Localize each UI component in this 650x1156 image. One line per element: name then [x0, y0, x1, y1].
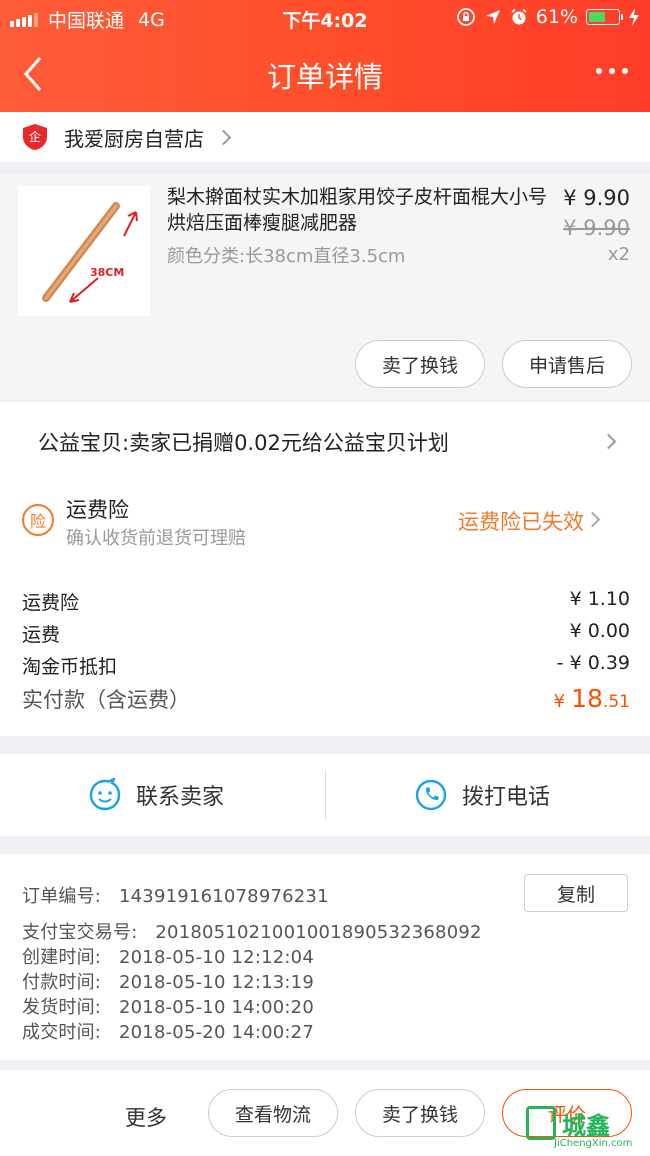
more-button[interactable]: 更多	[125, 1102, 167, 1132]
location-icon	[485, 10, 500, 24]
alipay-row: 支付宝交易号: 2018051021001001890532368092	[22, 918, 482, 944]
sell-button[interactable]: 卖了换钱	[355, 340, 485, 388]
more-menu-icon[interactable]	[596, 68, 628, 78]
chevron-right-icon	[584, 511, 601, 528]
cost-value: ¥ 1.10	[569, 588, 630, 610]
total-currency: ¥	[553, 691, 566, 712]
product-name[interactable]: 梨木擀面杖实木加粗家用饺子皮杆面棍大小号烘焙压面棒瘦腿减肥器	[167, 184, 552, 236]
charging-icon	[629, 8, 639, 26]
total-amount: ¥ 18.51	[554, 684, 630, 713]
shipped-time: 2018-05-10 14:00:20	[119, 997, 314, 1018]
charity-row[interactable]: 公益宝贝:卖家已捐赠0.02元给公益宝贝计划	[0, 402, 650, 482]
chat-face-icon	[89, 778, 121, 811]
paid-time: 2018-05-10 12:13:19	[119, 972, 314, 993]
charity-text: 公益宝贝:卖家已捐赠0.02元给公益宝贝计划	[38, 431, 449, 455]
battery-percent: 61%	[535, 6, 578, 28]
product-card[interactable]: 38CM 梨木擀面杖实木加粗家用饺子皮杆面棍大小号烘焙压面棒瘦腿减肥器 颜色分类…	[0, 174, 650, 400]
insurance-subtitle: 确认收货前退货可理赔	[66, 528, 246, 549]
product-thumbnail[interactable]: 38CM	[18, 186, 150, 316]
created-time: 2018-05-10 12:12:04	[119, 947, 314, 968]
shop-badge-icon: 企	[23, 124, 47, 150]
shipped-label: 发货时间:	[22, 997, 102, 1018]
product-price: ¥ 9.90	[563, 186, 630, 210]
total-row: 实付款（含运费） ¥ 18.51	[22, 684, 630, 714]
phone-icon	[415, 779, 447, 811]
product-original-price: ¥ 9.90	[563, 216, 630, 240]
shop-name: 我爱厨房自营店	[64, 126, 204, 151]
battery-icon	[586, 9, 623, 25]
order-number-label: 订单编号:	[22, 886, 102, 907]
shipped-row: 发货时间: 2018-05-10 14:00:20	[22, 993, 314, 1019]
contact-bar: 联系卖家 拨打电话	[0, 754, 650, 836]
call-phone-label: 拨打电话	[462, 785, 551, 810]
alarm-icon	[511, 8, 527, 25]
svg-text:企: 企	[29, 129, 41, 144]
total-decimal: .51	[602, 692, 630, 712]
watermark-url: JiChengXin.com	[554, 1138, 633, 1149]
paid-row: 付款时间: 2018-05-10 12:13:19	[22, 968, 314, 994]
copy-button[interactable]: 复制	[524, 874, 628, 912]
page-title: 订单详情	[266, 60, 383, 94]
done-label: 成交时间:	[22, 1022, 102, 1043]
cost-row: 运费 ¥ 0.00	[22, 620, 630, 647]
done-time: 2018-05-20 14:00:27	[119, 1022, 314, 1043]
total-label: 实付款（含运费）	[22, 688, 190, 712]
order-number-row: 订单编号: 143919161078976231	[22, 882, 329, 908]
done-row: 成交时间: 2018-05-20 14:00:27	[22, 1018, 314, 1044]
navbar: 订单详情	[0, 40, 650, 108]
alipay-number: 2018051021001001890532368092	[155, 922, 482, 943]
cost-summary: 运费险 ¥ 1.10 运费 ¥ 0.00 淘金币抵扣 - ¥ 0.39 实付款（…	[0, 556, 650, 736]
cost-label: 运费险	[22, 592, 80, 614]
shop-row[interactable]: 企 我爱厨房自营店	[0, 112, 650, 162]
cost-value: - ¥ 0.39	[556, 652, 630, 674]
after-sale-button[interactable]: 申请售后	[502, 340, 632, 388]
chevron-right-icon	[215, 129, 232, 145]
insurance-status[interactable]: 运费险已失效	[458, 506, 584, 536]
shipping-insurance-row[interactable]: 险 运费险 确认收货前退货可理赔 运费险已失效	[0, 482, 650, 556]
divider	[325, 770, 326, 820]
created-label: 创建时间:	[22, 947, 102, 968]
watermark-logo: 城鑫 JiChengXin.com	[526, 1106, 644, 1150]
contact-seller-button[interactable]: 联系卖家	[88, 754, 224, 836]
sell-button[interactable]: 卖了换钱	[355, 1089, 485, 1137]
order-info: 订单编号: 143919161078976231 复制 支付宝交易号: 2018…	[0, 854, 650, 1060]
rolling-pin-image: 38CM	[42, 202, 138, 303]
cost-label: 淘金币抵扣	[22, 656, 118, 678]
insurance-title: 运费险	[66, 498, 129, 522]
cost-label: 运费	[22, 624, 61, 646]
status-bar: 中国联通 4G 下午4:02 61%	[0, 0, 650, 36]
product-sku: 颜色分类:长38cm直径3.5cm	[167, 246, 406, 267]
cost-value: ¥ 0.00	[569, 620, 630, 642]
total-integer: 18	[571, 684, 603, 713]
created-row: 创建时间: 2018-05-10 12:12:04	[22, 943, 314, 969]
contact-seller-label: 联系卖家	[136, 785, 225, 810]
watermark-text: 城鑫	[562, 1112, 610, 1140]
view-logistics-button[interactable]: 查看物流	[208, 1089, 338, 1137]
product-quantity: x2	[607, 244, 630, 265]
cost-row: 淘金币抵扣 - ¥ 0.39	[22, 652, 630, 679]
paid-label: 付款时间:	[22, 972, 102, 993]
alipay-label: 支付宝交易号:	[22, 922, 138, 943]
rotation-lock-icon	[456, 8, 475, 26]
svg-text:38CM: 38CM	[90, 266, 124, 279]
header-bar: 中国联通 4G 下午4:02 61% 订单详情	[0, 0, 650, 112]
chevron-right-icon	[600, 433, 617, 450]
order-number: 143919161078976231	[119, 886, 329, 907]
cost-row: 运费险 ¥ 1.10	[22, 588, 630, 615]
insurance-icon: 险	[22, 504, 54, 536]
call-phone-button[interactable]: 拨打电话	[414, 754, 550, 836]
